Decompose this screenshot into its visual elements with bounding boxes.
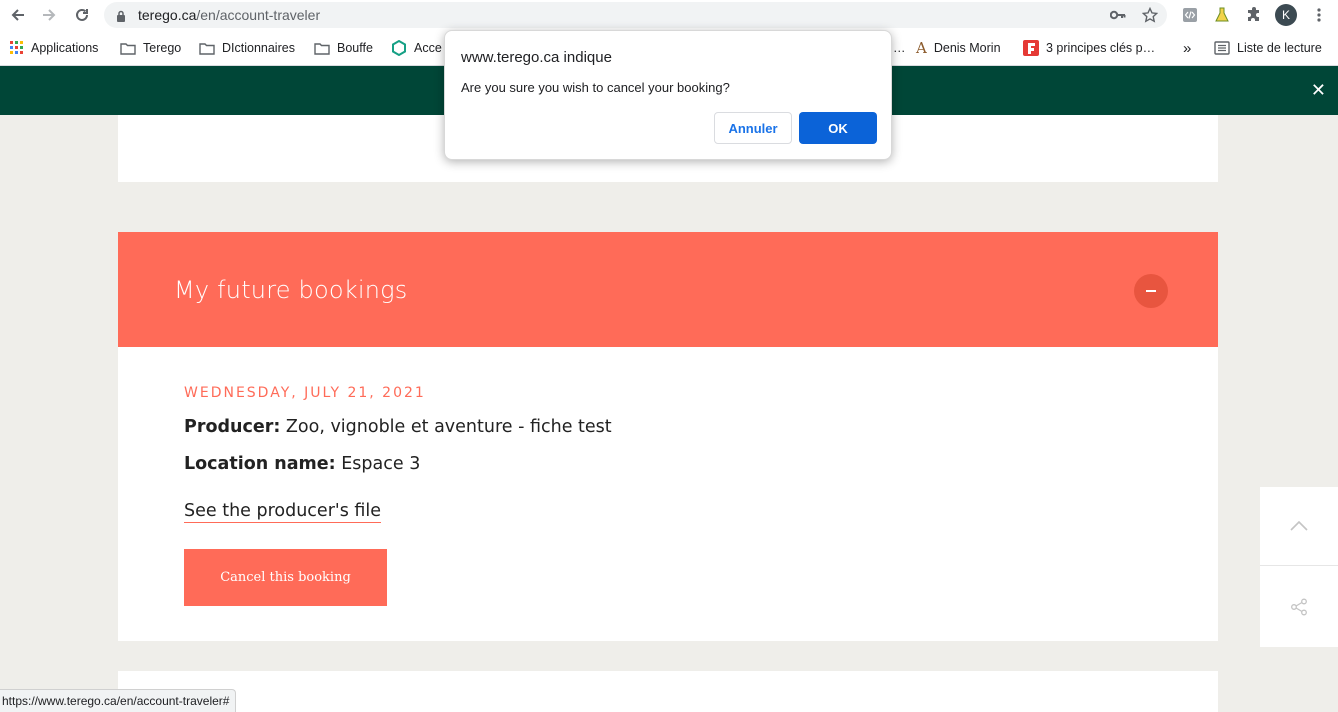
cancel-booking-button[interactable]: Cancel this booking: [184, 549, 387, 606]
flask-extension-icon[interactable]: [1211, 4, 1233, 26]
code-extension-icon[interactable]: [1179, 4, 1201, 26]
share-icon: [1291, 598, 1307, 616]
bookmark-bouffe[interactable]: Bouffe: [314, 39, 373, 57]
status-bar-url: https://www.terego.ca/en/account-travele…: [0, 689, 237, 712]
bookmark-label: 3 principes clés p…: [1046, 41, 1156, 55]
apps-grid-icon: [10, 41, 24, 55]
reading-list[interactable]: Liste de lecture: [1214, 39, 1322, 57]
location-value: Espace 3: [341, 454, 421, 474]
next-card: [118, 671, 1218, 712]
bookmark-denis-morin[interactable]: A Denis Morin: [916, 39, 1001, 57]
bookmark-label: Applications: [31, 41, 99, 55]
confirm-dialog: www.terego.ca indique Are you sure you w…: [444, 30, 892, 160]
floating-side-widget: [1260, 487, 1338, 647]
folder-icon: [314, 42, 330, 55]
browser-toolbar: terego.ca/en/account-traveler K: [0, 0, 1338, 30]
address-bar[interactable]: terego.ca/en/account-traveler: [104, 2, 1167, 28]
forward-arrow-icon[interactable]: [38, 4, 60, 26]
bookmark-label: »: [1183, 39, 1192, 57]
bookmark-applications[interactable]: Applications: [10, 39, 98, 57]
share-button[interactable]: [1260, 567, 1338, 647]
hexagon-icon: [391, 40, 407, 56]
bookmark-3-principes[interactable]: 3 principes clés p…: [1023, 39, 1155, 57]
star-icon[interactable]: [1139, 4, 1161, 26]
profile-avatar[interactable]: K: [1275, 4, 1297, 26]
bookmark-dictionnaires[interactable]: DIctionnaires: [199, 39, 295, 57]
url-text: terego.ca/en/account-traveler: [138, 7, 321, 23]
booking-date: WEDNESDAY, JULY 21, 2021: [184, 385, 426, 401]
bookmark-terego[interactable]: Terego: [120, 39, 181, 57]
dialog-title: www.terego.ca indique: [461, 49, 612, 66]
bookmark-label: …: [893, 41, 906, 55]
producer-line: Producer: Zoo, vignoble et aventure - fi…: [184, 417, 612, 437]
folder-icon: [199, 42, 215, 55]
back-arrow-icon[interactable]: [7, 4, 29, 26]
bookmark-acce[interactable]: Acce: [391, 39, 442, 57]
chevron-up-icon: [1290, 521, 1308, 531]
section-title: My future bookings: [174, 276, 408, 304]
future-bookings-header[interactable]: My future bookings: [118, 232, 1218, 347]
producer-value: Zoo, vignoble et aventure - fiche test: [285, 417, 612, 437]
bookmark-label: DIctionnaires: [222, 41, 295, 55]
dialog-cancel-button[interactable]: Annuler: [714, 112, 792, 144]
dialog-ok-button[interactable]: OK: [799, 112, 877, 144]
scroll-to-top-button[interactable]: [1260, 487, 1338, 566]
see-producer-file-link[interactable]: See the producer's file: [184, 501, 382, 523]
lock-icon: [116, 9, 126, 27]
dialog-message: Are you sure you wish to cancel your boo…: [461, 80, 730, 95]
bookmark-label: Acce: [414, 41, 442, 55]
bookmark-label: Terego: [143, 41, 182, 55]
booking-card: WEDNESDAY, JULY 21, 2021 Producer: Zoo, …: [118, 347, 1218, 641]
bookmark-label: Liste de lecture: [1237, 41, 1322, 55]
producer-label: Producer:: [184, 417, 281, 437]
close-icon[interactable]: ✕: [1311, 81, 1326, 99]
reading-list-icon: [1214, 41, 1230, 55]
bookmark-truncated[interactable]: …: [893, 39, 906, 57]
location-label: Location name:: [184, 454, 336, 474]
red-f-icon: [1023, 40, 1039, 56]
bookmarks-overflow-chevron[interactable]: »: [1183, 39, 1191, 57]
bookmark-label: Bouffe: [337, 41, 373, 55]
minus-icon: [1146, 290, 1156, 292]
collapse-button[interactable]: [1134, 274, 1168, 308]
a-letter-icon: A: [916, 39, 927, 57]
location-line: Location name: Espace 3: [184, 454, 420, 474]
bookmark-label: Denis Morin: [933, 41, 1001, 55]
puzzle-extensions-icon[interactable]: [1243, 4, 1265, 26]
key-icon[interactable]: [1107, 4, 1129, 26]
folder-icon: [120, 42, 136, 55]
reload-icon[interactable]: [71, 4, 93, 26]
menu-kebab-icon[interactable]: [1308, 4, 1330, 26]
